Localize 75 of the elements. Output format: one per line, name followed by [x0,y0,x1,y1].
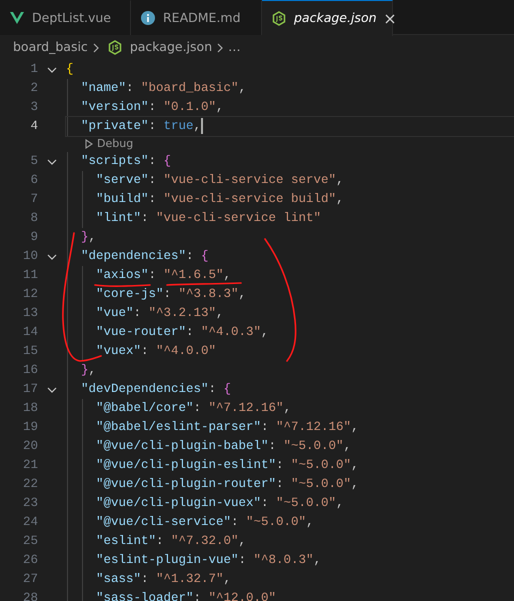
code-line: "sass": "^1.32.7", [96,572,232,586]
debug-codelens[interactable]: Debug [85,136,134,152]
code-line: "build": "vue-cli-service build", [96,192,344,206]
line-number: 11 [22,267,38,284]
line-number: 16 [22,362,38,379]
code-line: "name": "board_basic", [81,81,246,95]
line-number: 18 [22,400,38,417]
code-line: "version": "0.1.0", [81,100,224,114]
code-line: "dependencies": { [81,249,209,263]
line-number: 15 [22,343,38,360]
code-line: "sass-loader": "^12.0.0" [96,591,276,601]
line-number: 24 [22,514,38,531]
play-icon [85,139,93,149]
chevron-down-icon[interactable] [47,66,57,72]
code-line: "@vue/cli-plugin-router": "~5.0.0", [96,477,359,491]
v-logo-icon [10,12,24,24]
line-number: 19 [22,419,38,436]
line-number: 20 [22,438,38,455]
code-line: { [66,62,74,76]
line-number: 8 [29,210,38,227]
line-number: 28 [22,590,38,601]
line-number: 17 [22,381,38,398]
code-line: "private": true, [81,119,202,133]
line-number: 13 [22,305,38,322]
chevron-down-icon[interactable] [47,386,57,392]
code-line: "@vue/cli-service": "~5.0.0", [96,515,314,529]
line-number: 21 [22,457,38,474]
editor-tab[interactable]: README.md [131,0,262,35]
editor-tab[interactable]: package.json [262,0,393,36]
line-number: 7 [29,191,38,208]
code-line: "@vue/cli-plugin-babel": "~5.0.0", [96,439,352,453]
breadcrumb-item[interactable]: board_basic [13,38,88,57]
code-line: "core-js": "^3.8.3", [96,287,246,301]
line-number: 25 [22,533,38,550]
code-line: "serve": "vue-cli-service serve", [96,173,344,187]
line-number: 2 [29,80,38,97]
chevron-right-icon [92,42,100,52]
chevron-down-icon[interactable] [47,254,57,260]
code-line: "@babel/core": "^7.12.16", [96,401,292,415]
close-icon[interactable] [384,14,395,24]
line-number: 10 [22,248,38,265]
breadcrumb-item[interactable]: package.json [130,38,212,57]
line-number: 5 [29,153,38,170]
breadcrumb-item[interactable]: … [228,38,241,57]
code-line: "vue": "^3.2.13", [96,306,224,320]
code-line: "devDependencies": { [81,382,232,396]
code-line: "@babel/eslint-parser": "^7.12.16", [96,420,359,434]
line-number: 4 [29,118,38,135]
editor-tab[interactable]: DeptList.vue [0,0,131,35]
hexagon-icon [272,11,286,26]
line-number: 27 [22,571,38,588]
chevron-right-icon [216,42,224,52]
line-number: 22 [22,476,38,493]
code-line: "axios": "^1.6.5", [96,268,232,282]
info-icon [141,11,155,25]
line-number: 23 [22,495,38,512]
line-number: 12 [22,286,38,303]
code-line: "eslint-plugin-vue": "^8.0.3", [96,553,322,567]
line-number: 9 [29,229,38,246]
code-line: "scripts": { [81,154,172,168]
chevron-down-icon[interactable] [47,158,57,164]
code-line: }, [81,230,96,244]
hexagon-icon [108,40,122,55]
code-line: "vue-router": "^4.0.3", [96,325,269,339]
code-line: "@vue/cli-plugin-vuex": "~5.0.0", [96,496,344,510]
line-number: 6 [29,172,38,189]
code-line: "lint": "vue-cli-service lint" [96,211,322,225]
code-line: "eslint": "^7.32.0", [96,534,246,548]
line-number: 14 [22,324,38,341]
line-number: 3 [29,99,38,116]
line-number: 1 [29,61,38,78]
code-line: "@vue/cli-plugin-eslint": "~5.0.0", [96,458,359,472]
code-line: "vuex": "^4.0.0" [96,344,216,358]
line-number: 26 [22,552,38,569]
code-line: }, [81,363,96,377]
